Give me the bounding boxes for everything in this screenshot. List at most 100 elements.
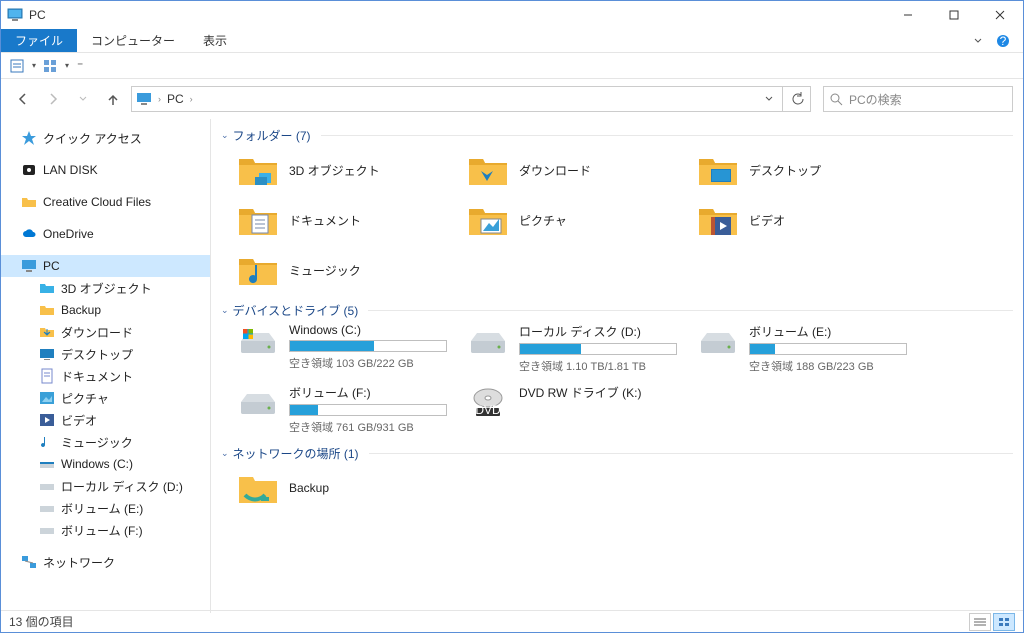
music-icon bbox=[39, 434, 55, 450]
back-button[interactable] bbox=[11, 87, 35, 111]
forward-button[interactable] bbox=[41, 87, 65, 111]
drive-free-text: 空き領域 188 GB/223 GB bbox=[749, 358, 907, 374]
expand-ribbon-button[interactable] bbox=[965, 29, 991, 52]
folder-label: デスクトップ bbox=[749, 162, 821, 179]
maximize-button[interactable] bbox=[931, 1, 977, 29]
sidebar-item[interactable]: ドキュメント bbox=[1, 365, 210, 387]
folder-item[interactable]: ダウンロード bbox=[467, 148, 697, 192]
chevron-right-icon[interactable]: › bbox=[190, 94, 193, 104]
network-icon bbox=[21, 554, 37, 570]
folder-icon bbox=[39, 302, 55, 318]
drive-item[interactable]: ボリューム (E:)空き領域 188 GB/223 GB bbox=[697, 323, 927, 374]
sidebar-onedrive[interactable]: OneDrive bbox=[1, 223, 210, 245]
folder-icon bbox=[697, 151, 739, 189]
drive-free-text: 空き領域 761 GB/931 GB bbox=[289, 419, 447, 435]
drive-name: ボリューム (F:) bbox=[289, 384, 447, 401]
star-icon bbox=[21, 130, 37, 146]
folder-label: ダウンロード bbox=[519, 162, 591, 179]
drive-icon bbox=[237, 323, 279, 361]
folder-icon bbox=[697, 201, 739, 239]
tiles-view-button[interactable] bbox=[993, 613, 1015, 631]
drive-usage-bar bbox=[519, 343, 677, 355]
drive-icon bbox=[39, 522, 55, 538]
refresh-button[interactable] bbox=[783, 86, 811, 112]
folder-label: 3D オブジェクト bbox=[289, 162, 380, 179]
menu-file[interactable]: ファイル bbox=[1, 29, 77, 52]
folder-label: ピクチャ bbox=[519, 212, 567, 229]
drive-free-text: 空き領域 103 GB/222 GB bbox=[289, 355, 447, 371]
folder-item[interactable]: 3D オブジェクト bbox=[237, 148, 467, 192]
folder-item[interactable]: ピクチャ bbox=[467, 198, 697, 242]
drive-item[interactable]: ローカル ディスク (D:)空き領域 1.10 TB/1.81 TB bbox=[467, 323, 697, 374]
search-icon bbox=[830, 93, 843, 106]
drive-name: Windows (C:) bbox=[289, 323, 447, 337]
folder-icon bbox=[237, 151, 279, 189]
sidebar-network[interactable]: ネットワーク bbox=[1, 551, 210, 573]
drive-usage-bar bbox=[749, 343, 907, 355]
menu-computer[interactable]: コンピューター bbox=[77, 29, 189, 52]
dropdown-icon[interactable]: ▾ bbox=[32, 61, 36, 70]
address-dropdown[interactable] bbox=[760, 94, 778, 104]
drive-item[interactable]: ボリューム (F:) 空き領域 761 GB/931 GB bbox=[237, 384, 467, 435]
sidebar-quickaccess[interactable]: クイック アクセス bbox=[1, 127, 210, 149]
sidebar-ccfiles[interactable]: Creative Cloud Files bbox=[1, 191, 210, 213]
sidebar-item[interactable]: ボリューム (E:) bbox=[1, 497, 210, 519]
chevron-right-icon[interactable]: › bbox=[158, 94, 161, 104]
layout-icon[interactable] bbox=[40, 56, 60, 76]
sidebar-item[interactable]: ダウンロード bbox=[1, 321, 210, 343]
search-placeholder: PCの検索 bbox=[849, 91, 902, 108]
menu-view[interactable]: 表示 bbox=[189, 29, 241, 52]
drive-icon bbox=[39, 500, 55, 516]
desktop-icon bbox=[39, 346, 55, 362]
drive-item[interactable]: Windows (C:) 空き領域 103 GB/222 GB bbox=[237, 323, 467, 374]
sidebar-item[interactable]: ピクチャ bbox=[1, 387, 210, 409]
folder-icon bbox=[467, 151, 509, 189]
section-drives-header[interactable]: ⌄ デバイスとドライブ (5) bbox=[221, 298, 1013, 323]
folder-icon bbox=[21, 194, 37, 210]
drive-usage-bar bbox=[289, 340, 447, 352]
network-folder-item[interactable]: Backup bbox=[237, 466, 467, 510]
folder-label: ビデオ bbox=[749, 212, 785, 229]
chevron-down-icon: ⌄ bbox=[221, 305, 229, 316]
sidebar-item[interactable]: ミュージック bbox=[1, 431, 210, 453]
search-input[interactable]: PCの検索 bbox=[823, 86, 1013, 112]
address-bar[interactable]: › PC › bbox=[131, 86, 783, 112]
drive-usage-bar bbox=[289, 404, 447, 416]
section-network-header[interactable]: ⌄ ネットワークの場所 (1) bbox=[221, 441, 1013, 466]
close-button[interactable] bbox=[977, 1, 1023, 29]
folder-item[interactable]: ドキュメント bbox=[237, 198, 467, 242]
sidebar-item[interactable]: ボリューム (F:) bbox=[1, 519, 210, 541]
drive-icon bbox=[697, 323, 739, 361]
folder-icon bbox=[237, 469, 279, 507]
help-button[interactable]: ? bbox=[991, 29, 1015, 52]
breadcrumb[interactable]: PC bbox=[167, 92, 184, 106]
drive-name: DVD RW ドライブ (K:) bbox=[519, 384, 677, 401]
sidebar-landisk[interactable]: LAN DISK bbox=[1, 159, 210, 181]
sidebar-item[interactable]: デスクトップ bbox=[1, 343, 210, 365]
up-button[interactable] bbox=[101, 87, 125, 111]
drive-icon bbox=[39, 456, 55, 472]
folder-item[interactable]: ミュージック bbox=[237, 248, 467, 292]
drive-icon bbox=[39, 478, 55, 494]
folder-item[interactable]: デスクトップ bbox=[697, 148, 927, 192]
navigation-pane: クイック アクセス LAN DISK Creative Cloud Files … bbox=[1, 119, 211, 613]
sidebar-item[interactable]: ローカル ディスク (D:) bbox=[1, 475, 210, 497]
drive-item[interactable]: DVDDVD RW ドライブ (K:) bbox=[467, 384, 697, 435]
section-folders-header[interactable]: ⌄ フォルダー (7) bbox=[221, 123, 1013, 148]
minimize-button[interactable] bbox=[885, 1, 931, 29]
download-icon bbox=[39, 324, 55, 340]
folder-icon bbox=[39, 280, 55, 296]
sidebar-item[interactable]: Backup bbox=[1, 299, 210, 321]
cloud-icon bbox=[21, 226, 37, 242]
details-view-button[interactable] bbox=[969, 613, 991, 631]
sidebar-item[interactable]: ビデオ bbox=[1, 409, 210, 431]
sidebar-item[interactable]: Windows (C:) bbox=[1, 453, 210, 475]
overflow-icon[interactable]: ⁼ bbox=[77, 59, 83, 73]
folder-item[interactable]: ビデオ bbox=[697, 198, 927, 242]
sidebar-pc[interactable]: PC bbox=[1, 255, 210, 277]
dropdown-icon[interactable]: ▾ bbox=[65, 61, 69, 70]
pc-icon bbox=[136, 91, 152, 107]
recent-button[interactable] bbox=[71, 87, 95, 111]
sidebar-item[interactable]: 3D オブジェクト bbox=[1, 277, 210, 299]
properties-icon[interactable] bbox=[7, 56, 27, 76]
